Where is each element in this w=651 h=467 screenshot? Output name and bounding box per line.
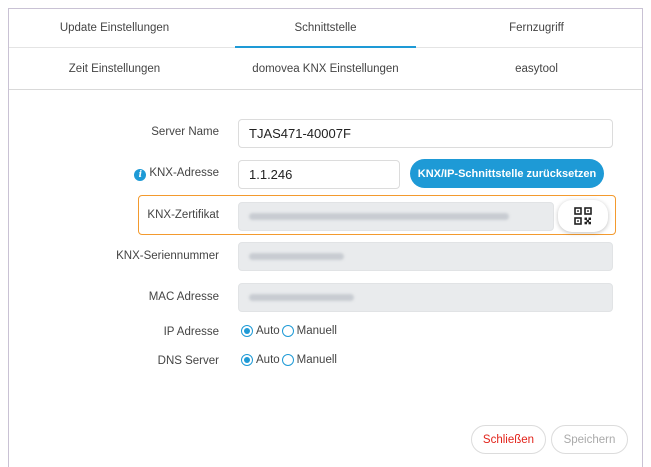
reset-knx-interface-button[interactable]: KNX/IP-Schnittstelle zurücksetzen (410, 159, 604, 188)
dns-server-radio-group: Auto Manuell (241, 354, 339, 366)
tab-schnittstelle[interactable]: Schnittstelle (220, 9, 431, 48)
main-tab-bar: Update Einstellungen Schnittstelle Fernz… (9, 9, 642, 48)
knx-serial-label: KNX-Seriennummer (116, 250, 219, 262)
knx-address-value: 1.1.246 (249, 167, 293, 182)
radio-button[interactable] (241, 325, 253, 337)
server-name-value: TJAS471-40007F (249, 126, 351, 141)
knx-certificate-label: KNX-Zertifikat (147, 209, 219, 221)
server-name-label: Server Name (151, 126, 219, 138)
tab-label: domovea KNX Einstellungen (252, 62, 399, 75)
radio-label: Auto (256, 325, 280, 337)
tab-update-einstellungen[interactable]: Update Einstellungen (9, 9, 220, 47)
dns-manual-option[interactable]: Manuell (281, 354, 337, 366)
info-icon[interactable]: i (134, 169, 147, 181)
radio-button[interactable] (241, 354, 253, 366)
ip-address-label: IP Adresse (163, 326, 219, 338)
qr-code-button[interactable] (558, 200, 608, 232)
radio-label: Manuell (296, 325, 337, 337)
knx-serial-field (238, 242, 613, 271)
dns-server-label: DNS Server (157, 355, 219, 367)
server-name-input[interactable]: TJAS471-40007F (238, 119, 613, 148)
tab-label: Zeit Einstellungen (68, 62, 161, 75)
save-button[interactable]: Speichern (551, 425, 628, 454)
obscured-value (249, 294, 354, 301)
knx-address-input[interactable]: 1.1.246 (238, 160, 400, 189)
dns-auto-option[interactable]: Auto (241, 354, 280, 366)
tab-domovea-knx-einstellungen[interactable]: domovea KNX Einstellungen (220, 48, 431, 89)
knx-address-label-text: KNX-Adresse (149, 167, 219, 179)
radio-label: Auto (256, 354, 280, 366)
tab-easytool[interactable]: easytool (431, 48, 642, 89)
tab-label: Fernzugriff (509, 22, 564, 34)
settings-dialog: Update Einstellungen Schnittstelle Fernz… (8, 8, 643, 467)
qr-code-icon (574, 207, 592, 225)
close-button[interactable]: Schließen (471, 425, 546, 454)
tab-label: Update Einstellungen (59, 22, 170, 34)
mac-address-field (238, 283, 613, 312)
ip-manual-option[interactable]: Manuell (281, 325, 337, 337)
tab-label: Schnittstelle (294, 22, 357, 34)
sub-tab-bar: Zeit Einstellungen domovea KNX Einstellu… (9, 48, 642, 90)
tab-fernzugriff[interactable]: Fernzugriff (431, 9, 642, 47)
obscured-value (249, 253, 344, 260)
ip-address-radio-group: Auto Manuell (241, 325, 339, 337)
radio-label: Manuell (296, 354, 337, 366)
knx-address-label: i KNX-Adresse (134, 167, 219, 181)
radio-button[interactable] (281, 325, 294, 337)
knx-certificate-field (238, 202, 554, 231)
tab-label: easytool (515, 62, 558, 75)
ip-auto-option[interactable]: Auto (241, 325, 280, 337)
tab-zeit-einstellungen[interactable]: Zeit Einstellungen (9, 48, 220, 89)
obscured-value (249, 213, 509, 220)
mac-address-label: MAC Adresse (148, 291, 219, 303)
radio-button[interactable] (281, 354, 294, 366)
